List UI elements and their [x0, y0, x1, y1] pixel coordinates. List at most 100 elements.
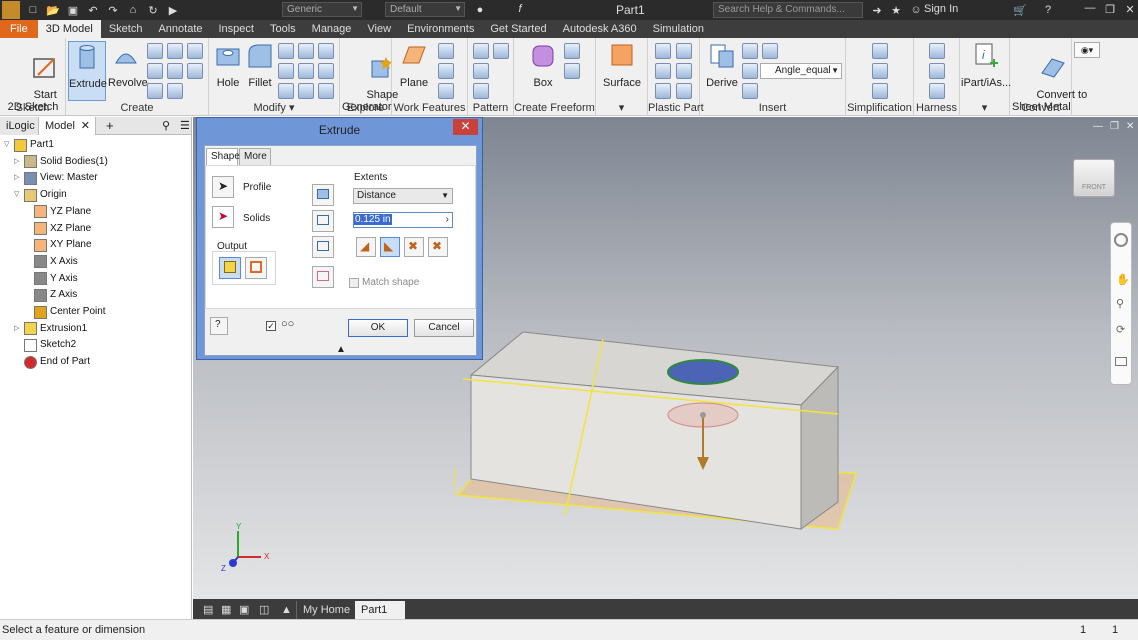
new-solid-button[interactable]	[312, 266, 334, 288]
split-icon[interactable]	[298, 63, 314, 79]
tab-3d-model[interactable]: 3D Model	[37, 20, 101, 38]
tree-item[interactable]: ▷ Solid Bodies(1)	[14, 154, 108, 170]
preview-checkbox[interactable]: ✓	[266, 321, 276, 331]
tree-item[interactable]: XZ Plane	[24, 221, 91, 237]
extents-type-dropdown[interactable]: Distance ▼	[353, 188, 453, 204]
cart-icon[interactable]: 🛒	[1013, 4, 1027, 17]
emboss-icon[interactable]	[167, 63, 183, 79]
undo-icon[interactable]: ↶	[86, 4, 100, 17]
delete-face-icon[interactable]	[318, 83, 334, 99]
search-arrow-icon[interactable]: ➜	[870, 4, 884, 17]
surface-button[interactable]: Surface	[600, 41, 644, 89]
expand-toggle-icon[interactable]: ▽	[4, 137, 12, 153]
mirror-icon[interactable]	[493, 43, 509, 59]
profile-circle[interactable]	[667, 359, 739, 385]
expand-toggle-icon[interactable]: ▽	[14, 187, 22, 203]
ipart-group-dropdown[interactable]: ▾	[960, 101, 1009, 114]
tab-more[interactable]: More	[239, 148, 271, 165]
tree-item[interactable]: ▽ Part1	[4, 137, 54, 153]
viewport-restore-icon[interactable]: ❐	[1110, 121, 1119, 132]
parameter-combo[interactable]: Angle_equal ▼	[760, 63, 842, 79]
tab-annotate[interactable]: Annotate	[150, 20, 210, 38]
tree-item[interactable]: Sketch2	[14, 337, 76, 353]
viewcube[interactable]: FRONT	[1073, 159, 1115, 197]
expand-arrow-icon[interactable]: ▲	[336, 344, 346, 355]
tree-item[interactable]: End of Part	[14, 354, 90, 370]
favorites-star-icon[interactable]: ★	[889, 4, 903, 17]
attach-icon[interactable]	[762, 43, 778, 59]
tree-item[interactable]: Center Point	[24, 304, 106, 320]
close-icon[interactable]: ✕	[1123, 3, 1137, 16]
tab-part1[interactable]: Part1 ✕	[355, 601, 405, 634]
output-solid-button[interactable]	[219, 257, 241, 279]
tree-item[interactable]: ▷ Extrusion1	[14, 321, 87, 337]
profile-select-button[interactable]: ➤	[212, 176, 234, 198]
open-icon[interactable]: 📂	[46, 4, 60, 17]
symmetric-button[interactable]: ✖	[404, 237, 424, 257]
update-icon[interactable]: ↻	[146, 4, 160, 17]
sketch-pattern-icon[interactable]	[473, 83, 489, 99]
expand-toggle-icon[interactable]: ▷	[14, 321, 22, 337]
match-shape-checkbox[interactable]	[349, 278, 359, 288]
circular-pattern-icon[interactable]	[473, 63, 489, 79]
arrow-handle[interactable]	[700, 412, 706, 418]
thicken-icon[interactable]	[278, 83, 294, 99]
tab-simulation[interactable]: Simulation	[645, 20, 712, 38]
close-icon[interactable]: ✕	[81, 117, 90, 135]
tree-item[interactable]: Z Axis	[24, 287, 77, 303]
sign-in-link[interactable]: Sign In	[924, 3, 958, 15]
dialog-title[interactable]: Extrude	[197, 118, 482, 142]
steering-wheel-icon[interactable]	[1114, 233, 1128, 247]
tab-my-home[interactable]: My Home	[296, 601, 356, 619]
tab-autodesk-a360[interactable]: Autodesk A360	[555, 20, 645, 38]
import-cad-icon[interactable]	[742, 43, 758, 59]
home-icon[interactable]: ⌂	[126, 4, 140, 16]
ucs-icon[interactable]	[438, 83, 454, 99]
expand-toggle-icon[interactable]: ▷	[14, 154, 22, 170]
plane-button[interactable]: Plane	[396, 41, 432, 89]
rib-icon[interactable]	[187, 43, 203, 59]
zoom-icon[interactable]: ⚲	[1116, 297, 1124, 310]
extrude-button[interactable]: Extrude	[68, 41, 107, 101]
sweep-icon[interactable]	[167, 43, 183, 59]
tab-inspect[interactable]: Inspect	[211, 20, 262, 38]
pan-icon[interactable]: ✋	[1116, 273, 1130, 286]
user-icon[interactable]: ☺	[909, 4, 923, 16]
chamfer-icon[interactable]	[278, 43, 294, 59]
lip-icon[interactable]	[676, 83, 692, 99]
surface-group-dropdown[interactable]: ▾	[596, 101, 647, 114]
freeform-edit-icon[interactable]	[564, 43, 580, 59]
orbit-icon[interactable]: ⟳	[1116, 323, 1125, 336]
tree-item[interactable]: ▽ Origin	[14, 187, 67, 203]
grill-icon[interactable]	[655, 43, 671, 59]
appearance-icon[interactable]: ●	[473, 4, 487, 16]
remove-details-icon[interactable]	[872, 43, 888, 59]
derive-button[interactable]: Derive	[704, 41, 740, 89]
direct-icon[interactable]	[298, 83, 314, 99]
inventor-logo-icon[interactable]	[2, 1, 20, 19]
help-button[interactable]: ?	[210, 317, 228, 335]
harness-wire-icon[interactable]	[929, 63, 945, 79]
chevron-right-icon[interactable]: ›	[446, 213, 449, 227]
join-button[interactable]	[312, 184, 334, 206]
redo-icon[interactable]: ↷	[106, 4, 120, 17]
tab-file[interactable]: File	[0, 20, 38, 38]
draft-icon[interactable]	[318, 43, 334, 59]
save-icon[interactable]: ▣	[66, 4, 80, 17]
tab-manage[interactable]: Manage	[304, 20, 360, 38]
rest-icon[interactable]	[655, 63, 671, 79]
tab-tools[interactable]: Tools	[262, 20, 304, 38]
cut-button[interactable]	[312, 210, 334, 232]
box-button[interactable]: Box	[524, 41, 562, 89]
envelope-icon[interactable]	[872, 83, 888, 99]
search-help-input[interactable]: Search Help & Commands...	[713, 2, 863, 18]
tree-item[interactable]: X Axis	[24, 254, 78, 270]
ipart-button[interactable]: i iPart/iAs...	[961, 41, 1011, 89]
tab-get-started[interactable]: Get Started	[482, 20, 554, 38]
boss-icon[interactable]	[676, 43, 692, 59]
direction-2-button[interactable]: ◣	[380, 237, 400, 257]
intersect-button[interactable]	[312, 236, 334, 258]
add-tab-icon[interactable]: +	[100, 117, 120, 135]
tree-item[interactable]: ▷ View: Master	[14, 170, 98, 186]
output-surface-button[interactable]	[245, 257, 267, 279]
